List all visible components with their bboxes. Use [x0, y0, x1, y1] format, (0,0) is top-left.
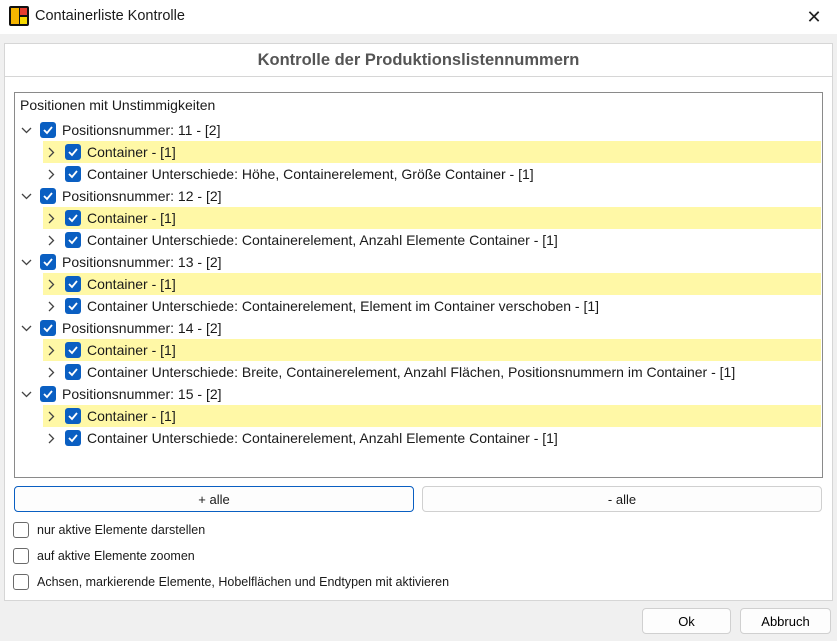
- cancel-button[interactable]: Abbruch: [740, 608, 831, 634]
- tree-child-row[interactable]: Container Unterschiede: Höhe, Containere…: [43, 163, 821, 185]
- tree-child-row[interactable]: Container - [1]: [43, 273, 821, 295]
- checkbox-checked[interactable]: [40, 386, 56, 402]
- chevron-down-icon[interactable]: [18, 325, 34, 332]
- child-label: Container - [1]: [87, 210, 176, 226]
- option-label: auf aktive Elemente zoomen: [37, 549, 195, 563]
- child-label: Container - [1]: [87, 342, 176, 358]
- chevron-right-icon[interactable]: [43, 147, 59, 158]
- checkbox-checked[interactable]: [65, 430, 81, 446]
- child-label: Container Unterschiede: Breite, Containe…: [87, 364, 736, 380]
- checkbox-checked[interactable]: [40, 122, 56, 138]
- chevron-right-icon[interactable]: [43, 213, 59, 224]
- positions-tree[interactable]: Positionen mit Unstimmigkeiten Positions…: [14, 92, 823, 478]
- group-label: Positionsnummer: 14 - [2]: [62, 320, 222, 336]
- child-label: Container Unterschiede: Höhe, Containere…: [87, 166, 534, 182]
- option-activate-axes[interactable]: Achsen, markierende Elemente, Hobelfläch…: [13, 574, 449, 590]
- ok-button[interactable]: Ok: [642, 608, 731, 634]
- checkbox-unchecked[interactable]: [13, 574, 29, 590]
- checkbox-checked[interactable]: [65, 232, 81, 248]
- child-label: Container - [1]: [87, 408, 176, 424]
- tree-child-row[interactable]: Container Unterschiede: Containerelement…: [43, 229, 821, 251]
- tree-child-row[interactable]: Container - [1]: [43, 405, 821, 427]
- group-label: Positionsnummer: 11 - [2]: [62, 122, 221, 138]
- chevron-right-icon[interactable]: [43, 279, 59, 290]
- checkbox-checked[interactable]: [65, 276, 81, 292]
- tree-caption: Positionen mit Unstimmigkeiten: [20, 97, 216, 113]
- checkbox-checked[interactable]: [40, 320, 56, 336]
- option-label: Achsen, markierende Elemente, Hobelfläch…: [37, 575, 450, 589]
- tree-child-row[interactable]: Container Unterschiede: Breite, Containe…: [43, 361, 821, 383]
- checkbox-checked[interactable]: [65, 144, 81, 160]
- option-zoom-active[interactable]: auf aktive Elemente zoomen: [13, 548, 195, 564]
- chevron-down-icon[interactable]: [18, 193, 34, 200]
- checkbox-checked[interactable]: [65, 166, 81, 182]
- tree-group-row[interactable]: Positionsnummer: 11 - [2]: [18, 119, 821, 141]
- tree-child-row[interactable]: Container Unterschiede: Containerelement…: [43, 427, 821, 449]
- checkbox-checked[interactable]: [65, 408, 81, 424]
- tree-group-row[interactable]: Positionsnummer: 14 - [2]: [18, 317, 821, 339]
- checkbox-checked[interactable]: [65, 364, 81, 380]
- tree-group-row[interactable]: Positionsnummer: 15 - [2]: [18, 383, 821, 405]
- child-label: Container Unterschiede: Containerelement…: [87, 232, 558, 248]
- tree-child-row[interactable]: Container - [1]: [43, 339, 821, 361]
- dialog-heading: Kontrolle der Produktionslistennummern: [5, 44, 832, 77]
- tree-child-row[interactable]: Container - [1]: [43, 207, 821, 229]
- tree-child-row[interactable]: Container Unterschiede: Containerelement…: [43, 295, 821, 317]
- group-label: Positionsnummer: 13 - [2]: [62, 254, 222, 270]
- option-active-only[interactable]: nur aktive Elemente darstellen: [13, 522, 205, 538]
- chevron-down-icon[interactable]: [18, 127, 34, 134]
- chevron-right-icon[interactable]: [43, 411, 59, 422]
- chevron-right-icon[interactable]: [43, 169, 59, 180]
- checkbox-checked[interactable]: [65, 298, 81, 314]
- child-label: Container Unterschiede: Containerelement…: [87, 430, 558, 446]
- checkbox-unchecked[interactable]: [13, 522, 29, 538]
- title-bar: Containerliste Kontrolle ✕: [0, 0, 837, 34]
- chevron-right-icon[interactable]: [43, 433, 59, 444]
- chevron-right-icon[interactable]: [43, 301, 59, 312]
- tree-group-row[interactable]: Positionsnummer: 12 - [2]: [18, 185, 821, 207]
- window-title: Containerliste Kontrolle: [35, 8, 185, 24]
- chevron-right-icon[interactable]: [43, 367, 59, 378]
- child-label: Container - [1]: [87, 144, 176, 160]
- add-all-button[interactable]: + alle: [14, 486, 414, 512]
- option-label: nur aktive Elemente darstellen: [37, 523, 206, 537]
- chevron-right-icon[interactable]: [43, 345, 59, 356]
- child-label: Container Unterschiede: Containerelement…: [87, 298, 600, 314]
- main-panel: Kontrolle der Produktionslistennummern P…: [4, 43, 833, 601]
- checkbox-unchecked[interactable]: [13, 548, 29, 564]
- checkbox-checked[interactable]: [65, 342, 81, 358]
- checkbox-checked[interactable]: [40, 188, 56, 204]
- chevron-down-icon[interactable]: [18, 259, 34, 266]
- checkbox-checked[interactable]: [65, 210, 81, 226]
- group-label: Positionsnummer: 12 - [2]: [62, 188, 222, 204]
- child-label: Container - [1]: [87, 276, 176, 292]
- group-label: Positionsnummer: 15 - [2]: [62, 386, 222, 402]
- chevron-down-icon[interactable]: [18, 391, 34, 398]
- close-icon[interactable]: ✕: [791, 0, 837, 34]
- remove-all-button[interactable]: - alle: [422, 486, 822, 512]
- tree-child-row[interactable]: Container - [1]: [43, 141, 821, 163]
- chevron-right-icon[interactable]: [43, 235, 59, 246]
- app-3d-icon: [9, 6, 29, 26]
- tree-group-row[interactable]: Positionsnummer: 13 - [2]: [18, 251, 821, 273]
- checkbox-checked[interactable]: [40, 254, 56, 270]
